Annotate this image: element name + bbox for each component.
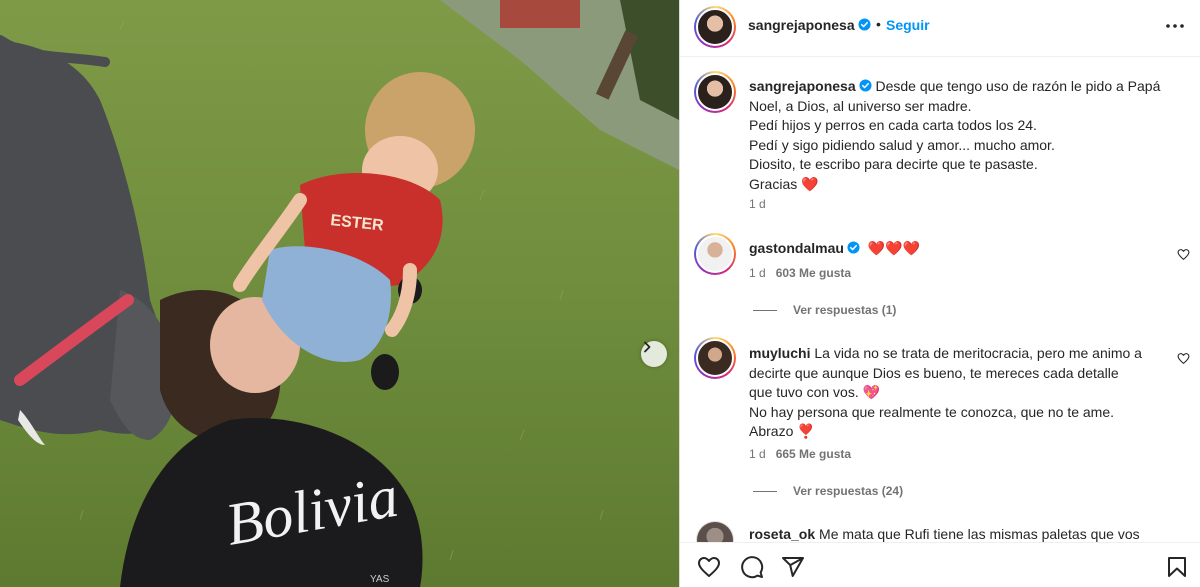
comment: gastondalmau ❤️❤️❤️ bbox=[749, 239, 920, 259]
heart-icon[interactable] bbox=[697, 555, 721, 579]
comment-icon[interactable] bbox=[740, 555, 764, 579]
author-avatar[interactable] bbox=[694, 6, 736, 48]
caption-heart-emoji: ❤️ bbox=[801, 175, 819, 192]
post-photo[interactable]: Bolivia YAS ESTER bbox=[0, 0, 679, 587]
comment-like-heart-icon[interactable] bbox=[1177, 248, 1190, 261]
verified-icon bbox=[847, 241, 860, 254]
comment-body: Me mata que Rufi tiene las mismas paleta… bbox=[819, 526, 1140, 542]
bookmark-icon[interactable] bbox=[1165, 555, 1189, 579]
comment: muyluchi La vida no se trata de meritocr… bbox=[749, 344, 1169, 442]
comment-username[interactable]: gastondalmau bbox=[749, 240, 844, 256]
comment-like-heart-icon[interactable] bbox=[1177, 352, 1190, 365]
comment-line: La vida no se trata de meritocracia, per… bbox=[814, 345, 1142, 361]
comment-likes[interactable]: 665 Me gusta bbox=[776, 447, 851, 461]
comment-body: ❤️❤️❤️ bbox=[867, 240, 921, 256]
verified-icon bbox=[859, 79, 872, 92]
post-action-bar bbox=[680, 542, 1200, 587]
share-icon[interactable] bbox=[781, 555, 805, 579]
comment-time[interactable]: 1 d bbox=[749, 266, 766, 280]
view-replies-button[interactable]: Ver respuestas (1) bbox=[753, 303, 896, 317]
comment-username[interactable]: muyluchi bbox=[749, 345, 810, 361]
caption-line: Desde que tengo uso de razón le pido a P… bbox=[875, 78, 1161, 94]
instagram-post-modal: Bolivia YAS ESTER sangrejaponesa • Segui… bbox=[0, 0, 1200, 587]
comment-line: que tuvo con vos. 💖 bbox=[749, 384, 881, 400]
comment-likes[interactable]: 603 Me gusta bbox=[776, 266, 851, 280]
header-separator: • bbox=[876, 16, 881, 32]
caption-line: Noel, a Dios, al universo ser madre. bbox=[749, 97, 972, 114]
view-replies-button[interactable]: Ver respuestas (24) bbox=[753, 484, 903, 498]
caption-username[interactable]: sangrejaponesa bbox=[749, 78, 856, 94]
caption-author-avatar[interactable] bbox=[694, 71, 736, 113]
comment-line: decirte que aunque Dios es bueno, te mer… bbox=[749, 364, 1119, 381]
chevron-right-icon bbox=[644, 341, 651, 353]
post-side-panel: sangrejaponesa • Seguir sangrejaponesa D… bbox=[680, 0, 1200, 587]
caption-line: Diosito, te escribo para decirte que te … bbox=[749, 156, 1038, 172]
comment-meta: 1 d 603 Me gusta bbox=[749, 266, 851, 280]
verified-icon bbox=[858, 18, 871, 31]
comment-meta: 1 d 665 Me gusta bbox=[749, 447, 851, 461]
post-header: sangrejaponesa • Seguir bbox=[680, 0, 1200, 57]
caption-line: Gracias bbox=[749, 175, 798, 192]
comment-avatar[interactable] bbox=[694, 337, 736, 379]
author-username[interactable]: sangrejaponesa bbox=[748, 17, 871, 33]
next-photo-button[interactable] bbox=[641, 341, 667, 367]
comment-username[interactable]: roseta_ok bbox=[749, 526, 815, 542]
comment-line: Abrazo ❣️ bbox=[749, 423, 815, 439]
follow-button[interactable]: Seguir bbox=[886, 17, 930, 33]
post-caption: sangrejaponesa Desde que tengo uso de ra… bbox=[749, 77, 1189, 194]
caption-timestamp[interactable]: 1 d bbox=[749, 197, 766, 211]
caption-line: Pedí hijos y perros en cada carta todos … bbox=[749, 117, 1037, 133]
photo-illustration: Bolivia YAS ESTER bbox=[0, 0, 679, 587]
comment-line: No hay persona que realmente te conozca,… bbox=[749, 403, 1115, 420]
comment-time[interactable]: 1 d bbox=[749, 447, 766, 461]
comment-avatar[interactable] bbox=[694, 233, 736, 275]
sweatshirt-small-print: YAS bbox=[370, 574, 390, 585]
more-options-icon[interactable] bbox=[1164, 18, 1186, 34]
caption-line: Pedí y sigo pidiendo salud y amor... muc… bbox=[749, 136, 1055, 153]
